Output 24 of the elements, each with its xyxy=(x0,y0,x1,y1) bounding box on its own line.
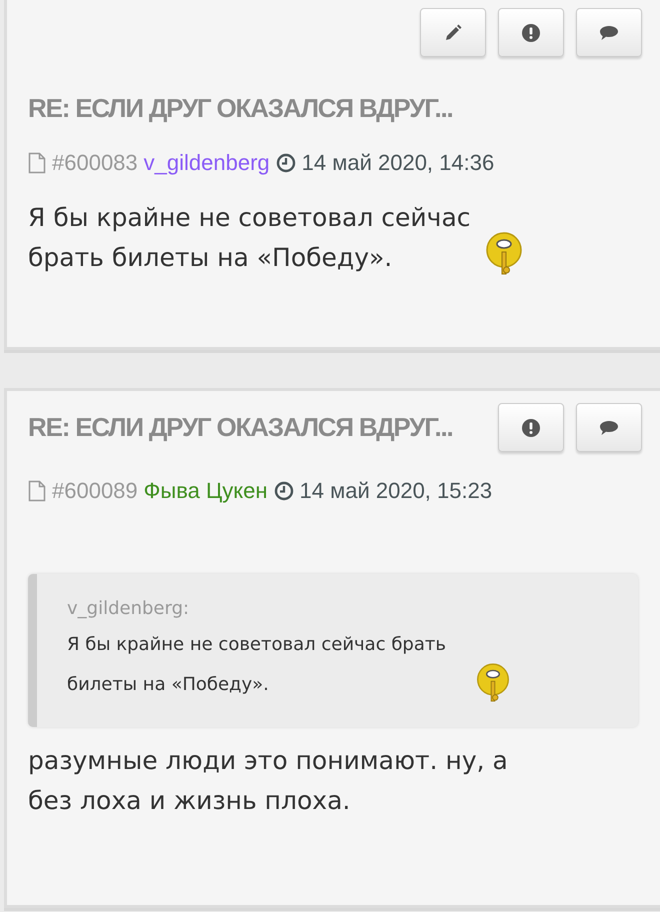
post-number[interactable]: #600089 xyxy=(52,478,138,504)
post-title: RE: ЕСЛИ ДРУГ ОКАЗАЛСЯ ВДРУГ... xyxy=(28,93,454,124)
author-link[interactable]: v_gildenberg xyxy=(144,150,270,176)
quote-text: Я бы крайне не советовал сейчас брать билеты на «Победу». xyxy=(67,633,447,697)
post-number[interactable]: #600083 xyxy=(52,150,138,176)
document-icon xyxy=(28,152,46,174)
post-title: RE: ЕСЛИ ДРУГ ОКАЗАЛСЯ ВДРУГ... xyxy=(28,412,453,443)
exclamation-icon xyxy=(521,418,541,438)
exclamation-icon xyxy=(521,22,541,42)
author-link[interactable]: Фыва Цукен xyxy=(144,478,268,504)
post-text: Я бы крайне не советовал сейчас брать билеты на «Победу». xyxy=(28,202,472,274)
reply-button[interactable] xyxy=(576,403,642,452)
clock-icon xyxy=(274,481,294,501)
edit-button[interactable] xyxy=(420,8,486,57)
post-text: разумные люди это понимают. ну, а без лоха и жизнь плоха. xyxy=(28,745,509,817)
quote-author: v_gildenberg: xyxy=(67,598,190,619)
pencil-icon xyxy=(443,22,463,42)
report-button[interactable] xyxy=(498,403,564,452)
reply-button[interactable] xyxy=(576,8,642,57)
post-date: 14 май 2020, 14:36 xyxy=(302,150,494,176)
post-date: 14 май 2020, 15:23 xyxy=(300,478,492,504)
document-icon xyxy=(28,480,46,502)
report-button[interactable] xyxy=(498,8,564,57)
clock-icon xyxy=(276,153,296,173)
